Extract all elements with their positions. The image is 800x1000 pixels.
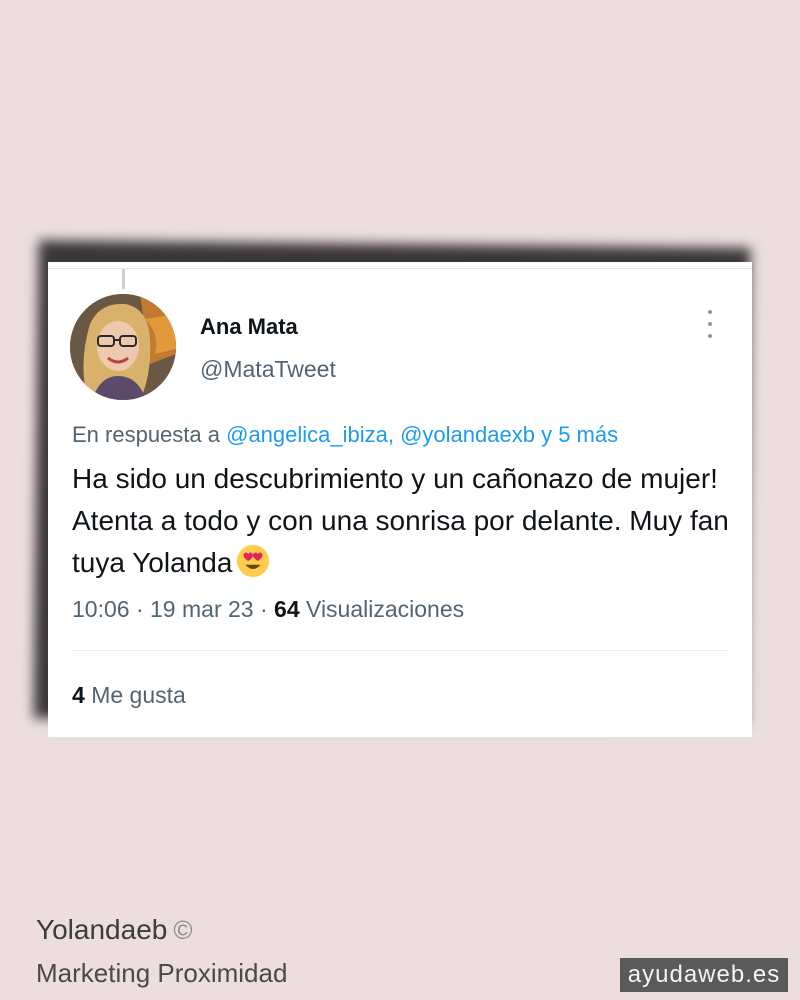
bottom-divider [48,737,752,738]
views-count: 64 [274,596,300,622]
avatar[interactable] [70,294,176,400]
brand-badge: ayudaweb.es [620,958,788,992]
tweet-date[interactable]: 19 mar 23 [150,596,254,622]
tweet-metadata: 10:06 · 19 mar 23 · 64 Visualizaciones [72,596,464,623]
author-name[interactable]: Ana Mata [200,314,298,340]
author-handle[interactable]: @MataTweet [200,356,336,383]
reply-prefix: En respuesta a [72,422,220,447]
likes-stat[interactable]: 4 Me gusta [72,682,186,709]
avatar-image [70,294,176,400]
footer-tagline: Marketing Proximidad [36,958,288,988]
reply-context: En respuesta a @angelica_ibiza, @yolanda… [72,422,618,448]
reply-mentions-link[interactable]: @angelica_ibiza, @yolandaexb y 5 más [226,422,618,447]
views-label: Visualizaciones [306,596,465,622]
tweet-body-text: Ha sido un descubrimiento y un cañonazo … [72,463,729,578]
more-options-icon[interactable] [703,310,717,338]
tweet-card: Ana Mata @MataTweet En respuesta a @ange… [48,262,752,738]
footer-author: Yolandaeb [36,914,168,945]
likes-label: Me gusta [91,682,186,708]
thread-connector-line [122,269,125,289]
footer-author-line: Yolandaeb © [36,914,193,946]
tweet-text: Ha sido un descubrimiento y un cañonazo … [72,458,742,584]
likes-count: 4 [72,682,85,708]
separator-dot: · [135,596,144,622]
separator-dot: · [259,596,268,622]
heart-eyes-emoji-icon [237,544,270,578]
copyright-symbol: © [173,915,193,945]
top-divider [48,268,752,269]
tweet-time[interactable]: 10:06 [72,596,130,622]
stats-divider [72,650,728,651]
